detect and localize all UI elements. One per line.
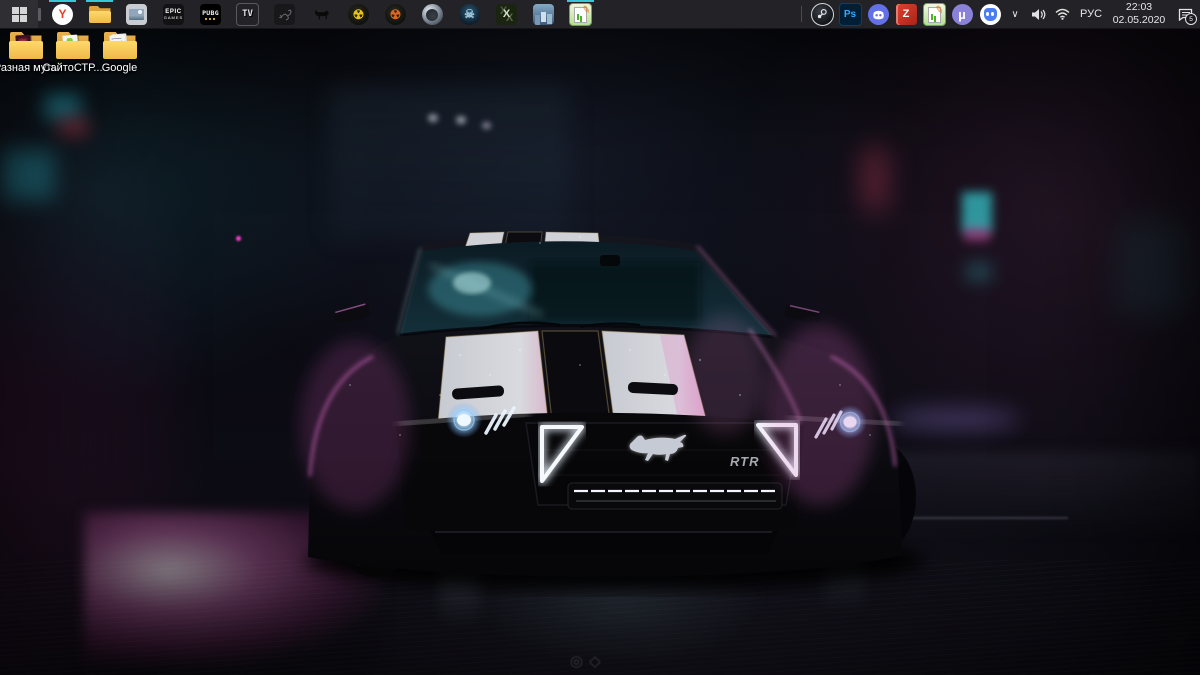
water-ripples [0, 560, 1200, 675]
taskbar-skull-game[interactable]: ☠ [451, 0, 488, 28]
folder-icon [8, 32, 43, 59]
taskbar-photo-viewer[interactable] [118, 0, 155, 28]
grille [525, 422, 801, 506]
mustang-car: RTR [300, 231, 925, 591]
taskbar-divider [38, 7, 41, 21]
clock-time: 22:03 [1125, 1, 1153, 14]
taskbar-city-blue-game[interactable] [525, 0, 562, 28]
center-reflection [470, 575, 770, 665]
headlight-reflection-right [824, 545, 864, 615]
notification-count-badge: 5 [1185, 13, 1197, 25]
right-headlight [788, 405, 901, 439]
clock-date: 02.05.2020 [1112, 14, 1166, 26]
windows-logo-icon [11, 6, 27, 22]
speaker-icon [1031, 8, 1045, 20]
background-building [330, 85, 570, 240]
teal-window-sign [962, 192, 992, 232]
right-mirror [785, 304, 821, 322]
tray-privacy-shield[interactable] [976, 0, 1004, 28]
tray-separator [801, 6, 802, 22]
tray-zona[interactable]: Z [892, 0, 920, 28]
taskbar-green-editor[interactable]: ✎ [562, 0, 599, 28]
teal-sign-reflection [966, 262, 992, 282]
taskbar-wolf-moon-game[interactable] [414, 0, 451, 28]
neon-cyan-window [2, 150, 54, 200]
taskbar-mgs-green-game[interactable]: X [488, 0, 525, 28]
system-tray: Ps Z ✎ µ ∨ РУС 22:03 02.05.2020 5 [795, 0, 1200, 28]
desktop-folder-saitostr[interactable]: СайтоСТР... [42, 32, 103, 74]
front-fascia [396, 412, 804, 540]
desktop[interactable]: RTR ◎ ◇ Разная муть СайтоСТР... Google Y… [0, 0, 1200, 675]
taskbar: Y EPIC GAMES PUBG TV ☢ ☢ ☠ X ✎ Ps Z ✎ µ ∨ [0, 0, 1200, 29]
hood-stripes [437, 330, 707, 424]
pink-puddle-reflection [84, 512, 384, 667]
watermark-diamond-icon: ◇ [589, 653, 601, 670]
pink-sign-glow [964, 228, 990, 241]
tray-photoshop[interactable]: Ps [836, 0, 864, 28]
neon-cyan-sign [44, 94, 80, 120]
taskbar-scorpion-game[interactable] [266, 0, 303, 28]
front-wheels [329, 441, 916, 577]
language-indicator[interactable]: РУС [1074, 0, 1108, 28]
lower-grille-lightbar [567, 482, 783, 510]
road-edge-line [878, 517, 1068, 519]
taskbar-stalker-radiation-yellow[interactable]: ☢ [340, 0, 377, 28]
mustang-pony-icon [629, 434, 687, 461]
tray-utorrent[interactable]: µ [948, 0, 976, 28]
purple-light-streak [890, 408, 1020, 430]
folder-icon [102, 32, 137, 59]
car-body [308, 234, 902, 577]
pinned-apps: Y EPIC GAMES PUBG TV ☢ ☢ ☠ X ✎ [44, 0, 599, 28]
rain-drops [349, 236, 871, 436]
headlight-reflection-left [440, 560, 480, 630]
folder-icon [55, 32, 90, 59]
taskbar-stalker-radiation-orange[interactable]: ☢ [377, 0, 414, 28]
tray-discord[interactable] [864, 0, 892, 28]
desktop-icon-label: Google [101, 62, 138, 74]
watermark-circle-icon: ◎ [570, 653, 584, 670]
left-headlight [397, 402, 530, 438]
taskbar-goat-game[interactable] [303, 0, 340, 28]
taskbar-file-explorer[interactable] [81, 0, 118, 28]
street-light [428, 114, 438, 122]
show-hidden-icons-button[interactable]: ∨ [1004, 0, 1026, 28]
taskbar-epic-games[interactable]: EPIC GAMES [155, 0, 192, 28]
network-button[interactable] [1050, 0, 1074, 28]
volume-button[interactable] [1026, 0, 1050, 28]
street-light [482, 122, 491, 129]
taskbar-pubg-lite[interactable]: PUBG [192, 0, 229, 28]
teal-glow-right [1118, 220, 1188, 315]
desktop-icon-label: СайтоСТР... [42, 62, 103, 74]
street-light [456, 116, 466, 124]
front-splitter [430, 531, 778, 555]
stripe-pink-tint [660, 335, 706, 419]
desktop-icon-grid: Разная муть СайтоСТР... Google [0, 32, 143, 74]
wifi-icon [1055, 8, 1069, 20]
rtr-badge: RTR [730, 454, 759, 469]
neon-red-sign [58, 118, 88, 136]
photographer-watermark: ◎ ◇ [570, 648, 660, 674]
neon-red-blob [862, 148, 888, 210]
tray-icon-group: Ps Z ✎ µ [808, 0, 1004, 28]
taskbar-clock[interactable]: 22:03 02.05.2020 [1108, 0, 1170, 28]
windshield [399, 241, 775, 339]
tray-steam[interactable] [808, 0, 836, 28]
left-mirror [333, 303, 370, 323]
taskbar-tv-pixel-game[interactable]: TV [229, 0, 266, 28]
taskbar-yandex-browser[interactable]: Y [44, 0, 81, 28]
road-shoulder [870, 452, 1200, 532]
drl-triangles [538, 421, 800, 485]
pink-light-dot [236, 236, 241, 241]
start-button[interactable] [0, 0, 38, 28]
wallpaper-image: RTR ◎ ◇ [0, 0, 1200, 675]
desktop-folder-google[interactable]: Google [96, 32, 143, 74]
neon-rim-highlights [308, 245, 897, 477]
tray-green-editor[interactable]: ✎ [920, 0, 948, 28]
action-center-button[interactable]: 5 [1170, 0, 1200, 28]
roof-stripes [463, 231, 601, 252]
